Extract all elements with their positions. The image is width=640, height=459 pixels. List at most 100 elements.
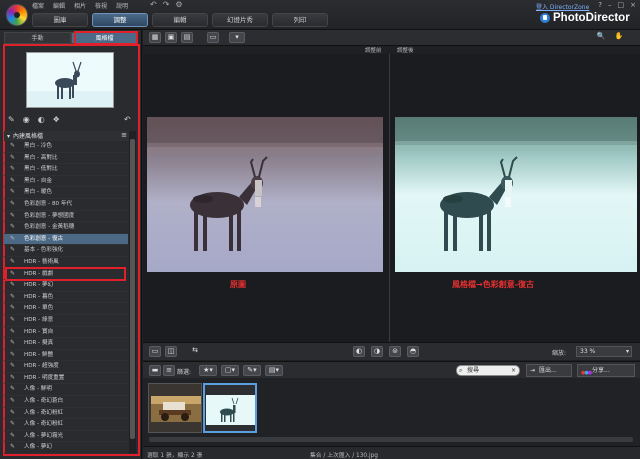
secondary-display-icon[interactable]: ▭ — [207, 32, 219, 43]
after-image[interactable] — [395, 117, 637, 272]
filmstrip-scrollbar[interactable] — [149, 437, 633, 442]
preset-item[interactable]: ✎ 色彩創意 - 金黃稻穗 — [4, 222, 128, 234]
side-by-side-icon[interactable]: ◫ — [165, 346, 177, 357]
preset-preview — [26, 52, 114, 108]
preset-item[interactable]: ✎ 人像 - 鮮明 — [4, 384, 128, 397]
star-filter-icon[interactable]: ★▾ — [199, 365, 217, 376]
grid-view-icon[interactable]: ▦ — [149, 32, 161, 43]
brush-icon[interactable]: ✎ — [8, 115, 15, 124]
tab-manual[interactable]: 手動 — [4, 32, 71, 44]
brush-icon: ✎ — [10, 246, 16, 254]
preset-item[interactable]: ✎ 人像 - 夢幻 — [4, 442, 128, 455]
menu-edit[interactable]: 編輯 — [53, 1, 65, 10]
preset-item[interactable]: ✎ 黑白 - 低對比 — [4, 164, 128, 176]
app-logo — [6, 4, 28, 26]
clear-search-icon[interactable]: × — [511, 366, 516, 375]
maximize-icon[interactable]: □ — [618, 1, 625, 9]
menu-view[interactable]: 檢視 — [95, 1, 107, 10]
export-label: 匯出... — [539, 367, 557, 374]
help-icon[interactable]: ? — [598, 1, 602, 9]
single-mode-icon[interactable]: ▭ — [149, 346, 161, 357]
reset-icon[interactable]: ↶ — [124, 115, 131, 124]
tab-print[interactable]: 列印 — [272, 13, 328, 27]
brush-icon: ✎ — [10, 339, 16, 347]
preset-item[interactable]: ✎ 基本 - 色彩強化 — [4, 245, 128, 257]
preset-item[interactable]: ✎ 黑白 - 暖色 — [4, 187, 128, 199]
close-icon[interactable]: × — [630, 1, 636, 9]
preset-group-header[interactable]: ▾ 內建風格檔 ≡ — [4, 131, 130, 141]
camera-icon[interactable]: ◉ — [23, 115, 30, 124]
preset-item[interactable]: ✎ HDR - 寶自 — [4, 327, 128, 339]
brush-icon: ✎ — [10, 443, 16, 451]
preset-item[interactable]: ✎ 色彩創意 - 復古 — [4, 233, 128, 246]
single-view-icon[interactable]: ▣ — [165, 32, 177, 43]
preset-item[interactable]: ✎ 人像 - 奇幻粉紅 — [4, 408, 128, 420]
preset-item[interactable]: ✎ HDR - 暮色 — [4, 292, 128, 304]
filmstrip-thumb-2[interactable] — [203, 383, 257, 433]
preset-item[interactable]: ✎ 人像 - 夢幻霧光 — [4, 431, 128, 443]
share-button[interactable]: ●●● 分享... — [577, 364, 635, 377]
preset-item[interactable]: ✎ HDR - 綠意 — [4, 315, 128, 327]
overlay-mode-icon[interactable]: ◓ — [407, 346, 419, 357]
tab-presets[interactable]: 風格檔 — [71, 32, 138, 44]
minimize-icon[interactable]: – — [608, 1, 612, 9]
login-link[interactable]: 登入 DirectorZone — [536, 2, 589, 11]
preset-scrollbar-thumb[interactable] — [130, 139, 135, 439]
compare-view-icon[interactable]: ▤ — [181, 32, 193, 43]
preset-item[interactable]: ✎ 色彩創意 - 80 年代 — [4, 199, 128, 211]
preset-item[interactable]: ✎ HDR - 夢幻 — [4, 280, 128, 292]
split-mode-icon[interactable]: ⊜ — [389, 346, 401, 357]
preset-label: 色彩創意 - 80 年代 — [24, 200, 73, 207]
tab-library[interactable]: 圖庫 — [32, 13, 88, 27]
redo-icon[interactable]: ↷ — [163, 0, 170, 9]
filmstrip-thumb-1[interactable] — [148, 383, 202, 433]
undo-icon[interactable]: ↶ — [150, 0, 157, 9]
preset-item[interactable]: ✎ HDR - 藝術風 — [4, 257, 128, 269]
preset-label: HDR - 綠意 — [24, 316, 54, 323]
preset-item[interactable]: ✎ HDR - 超強度 — [4, 361, 128, 373]
menu-help[interactable]: 說明 — [116, 1, 128, 10]
preset-item[interactable]: ✎ HDR - 明度重置 — [4, 373, 128, 385]
search-input[interactable]: ⌕ 搜尋 × — [456, 365, 520, 376]
zoom-select[interactable]: 33 % — [576, 346, 632, 357]
contrast-icon[interactable]: ◐ — [38, 115, 45, 124]
stamp-icon[interactable]: ❖ — [53, 115, 60, 124]
preset-item[interactable]: ✎ HDR - 單色 — [4, 303, 128, 315]
preset-item[interactable]: ✎ 人像 - 奇幻粉紅 — [4, 419, 128, 431]
preset-item[interactable]: ✎ 黑白 - 冷色 — [4, 141, 128, 153]
tab-adjust[interactable]: 調整 — [92, 13, 148, 27]
compare-view: 原圖 風格檔→色彩創意-復古 — [143, 54, 640, 342]
list-view-icon[interactable]: ≡ — [163, 365, 175, 376]
zoom-tool-icon[interactable]: 🔍 — [595, 32, 607, 43]
preset-item[interactable]: ✎ 黑白 - 自金 — [4, 176, 128, 188]
swap-icon[interactable]: ⇆ — [189, 346, 201, 357]
tab-edit[interactable]: 編輯 — [152, 13, 208, 27]
menu-photo[interactable]: 相片 — [74, 1, 86, 10]
flag-filter-icon[interactable]: ▢▾ — [221, 365, 239, 376]
filmstrip — [143, 378, 640, 446]
preset-item[interactable]: ✎ 色彩創意 - 夢想國度 — [4, 211, 128, 223]
preset-item[interactable]: ✎ 人像 - 奇幻蒼白 — [4, 396, 128, 408]
preset-group-label: 內建風格檔 — [13, 133, 44, 140]
export-button[interactable]: ⇥ 匯出... — [526, 364, 572, 377]
preset-scrollbar[interactable] — [129, 131, 136, 453]
color-filter-icon[interactable]: ✎▾ — [243, 365, 261, 376]
hand-tool-icon[interactable]: ✋ — [613, 32, 625, 43]
brush-icon: ✎ — [10, 408, 16, 416]
preset-item[interactable]: ✎ HDR - 擬真 — [4, 338, 128, 350]
preset-item[interactable]: ✎ 黑白 - 高對比 — [4, 153, 128, 165]
display-dropdown-icon[interactable]: ▾ — [229, 32, 245, 43]
list-menu-icon[interactable]: ≡ — [121, 131, 127, 139]
sort-icon[interactable]: ▤▾ — [265, 365, 283, 376]
menu-file[interactable]: 檔案 — [32, 1, 44, 10]
tab-slideshow[interactable]: 幻燈片秀 — [212, 13, 268, 27]
before-after-icon[interactable]: ◐ — [353, 346, 365, 357]
preset-item[interactable]: ✎ HDR - 戲劇 — [4, 269, 128, 281]
compare-mode-icon[interactable]: ◑ — [371, 346, 383, 357]
preset-item[interactable]: ✎ HDR - 鮮艷 — [4, 350, 128, 362]
settings-icon[interactable]: ⚙ — [175, 0, 182, 9]
viewer-toolbar: ▦ ▣ ▤ ▭ ▾ 🔍 ✋ — [143, 30, 640, 46]
filmstrip-view-icon[interactable]: ▬ — [149, 365, 161, 376]
before-image[interactable] — [147, 117, 383, 272]
undo-redo-group: ↶ ↷ ⚙ — [150, 0, 183, 9]
